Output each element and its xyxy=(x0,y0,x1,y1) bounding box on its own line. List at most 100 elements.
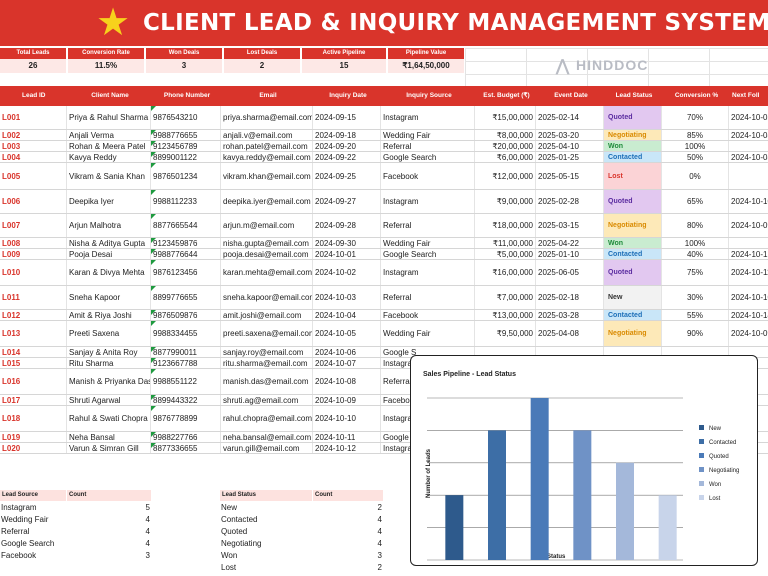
client-name-cell[interactable]: Neha Bansal xyxy=(66,432,150,442)
client-name-cell[interactable]: Shruti Agarwal xyxy=(66,395,150,405)
conversion-pct-cell[interactable]: 55% xyxy=(661,310,728,320)
email-cell[interactable]: sneha.kapoor@email.com xyxy=(220,286,312,309)
source-summary-row-label[interactable]: Instagram xyxy=(1,502,67,514)
inquiry-source-cell[interactable]: Referral xyxy=(380,141,474,151)
event-date-cell[interactable]: 2025-04-22 xyxy=(535,238,603,248)
source-summary-row-label[interactable]: Wedding Fair xyxy=(1,514,67,526)
lead-id-cell[interactable]: L003 xyxy=(0,141,66,151)
event-date-cell[interactable]: 2025-01-25 xyxy=(535,152,603,162)
inquiry-date-cell[interactable]: 2024-09-22 xyxy=(312,152,380,162)
inquiry-source-cell[interactable]: Wedding Fair xyxy=(380,130,474,140)
status-summary-row-label[interactable]: Contacted xyxy=(221,514,313,526)
next-followup-cell[interactable]: 2024-10-09 xyxy=(728,214,768,237)
conversion-pct-cell[interactable]: 40% xyxy=(661,249,728,259)
conversion-pct-cell[interactable]: 0% xyxy=(661,163,728,189)
client-name-cell[interactable]: Rahul & Swati Chopra xyxy=(66,406,150,431)
next-followup-cell[interactable]: 2024-10-08 xyxy=(728,152,768,162)
column-header[interactable]: Next Foll xyxy=(728,86,768,106)
lead-status-cell[interactable]: Negotiating xyxy=(603,321,661,346)
table-row[interactable]: L010 Karan & Divya Mehta 9876123456 karan.m… xyxy=(0,260,768,286)
client-name-cell[interactable]: Vikram & Sania Khan xyxy=(66,163,150,189)
email-cell[interactable]: arjun.m@email.com xyxy=(220,214,312,237)
column-header[interactable]: Email xyxy=(220,86,312,106)
conversion-pct-cell[interactable]: 30% xyxy=(661,286,728,309)
event-date-cell[interactable]: 2025-02-18 xyxy=(535,286,603,309)
lead-status-cell[interactable]: Quoted xyxy=(603,260,661,285)
conversion-pct-cell[interactable]: 90% xyxy=(661,321,728,346)
client-name-cell[interactable]: Deepika Iyer xyxy=(66,190,150,213)
conversion-pct-cell[interactable]: 50% xyxy=(661,152,728,162)
phone-number-cell[interactable]: 9988227766 xyxy=(150,432,220,442)
lead-status-cell[interactable]: Quoted xyxy=(603,190,661,213)
column-header[interactable]: Lead Status xyxy=(603,86,661,106)
inquiry-date-cell[interactable]: 2024-10-12 xyxy=(312,443,380,453)
event-date-cell[interactable]: 2025-04-08 xyxy=(535,321,603,346)
client-name-cell[interactable]: Kavya Reddy xyxy=(66,152,150,162)
conversion-pct-cell[interactable]: 65% xyxy=(661,190,728,213)
status-summary-row-label[interactable]: Quoted xyxy=(221,526,313,538)
inquiry-source-cell[interactable]: Facebook xyxy=(380,163,474,189)
email-cell[interactable]: anjali.v@email.com xyxy=(220,130,312,140)
conversion-pct-cell[interactable]: 100% xyxy=(661,238,728,248)
phone-number-cell[interactable]: 9876123456 xyxy=(150,260,220,285)
table-row[interactable]: L003 Rohan & Meera Patel 9123456789 rohan.p… xyxy=(0,141,768,152)
table-row[interactable]: L011 Sneha Kapoor 8899776655 sneha.kapoor@e… xyxy=(0,286,768,310)
conversion-pct-cell[interactable]: 70% xyxy=(661,106,728,129)
lead-id-cell[interactable]: L014 xyxy=(0,347,66,357)
phone-number-cell[interactable]: 9123456789 xyxy=(150,141,220,151)
est-budget-cell[interactable]: ₹9,50,000 xyxy=(474,321,535,346)
table-row[interactable]: L012 Amit & Riya Joshi 9876509876 amit.josh… xyxy=(0,310,768,321)
lead-status-cell[interactable]: Negotiating xyxy=(603,130,661,140)
est-budget-cell[interactable]: ₹20,00,000 xyxy=(474,141,535,151)
email-cell[interactable]: pooja.desai@email.com xyxy=(220,249,312,259)
lead-id-cell[interactable]: L001 xyxy=(0,106,66,129)
client-name-cell[interactable]: Nisha & Aditya Gupta xyxy=(66,238,150,248)
est-budget-cell[interactable]: ₹12,00,000 xyxy=(474,163,535,189)
source-summary-row-count[interactable]: 5 xyxy=(66,502,150,514)
client-name-cell[interactable]: Varun & Simran Gill xyxy=(66,443,150,453)
event-date-cell[interactable]: 2025-02-28 xyxy=(535,190,603,213)
event-date-cell[interactable]: 2025-01-10 xyxy=(535,249,603,259)
email-cell[interactable]: preeti.saxena@email.com xyxy=(220,321,312,346)
source-summary-row-count[interactable]: 3 xyxy=(66,550,150,562)
client-name-cell[interactable]: Amit & Riya Joshi xyxy=(66,310,150,320)
lead-id-cell[interactable]: L016 xyxy=(0,369,66,394)
lead-id-cell[interactable]: L013 xyxy=(0,321,66,346)
est-budget-cell[interactable]: ₹6,00,000 xyxy=(474,152,535,162)
lead-status-cell[interactable]: New xyxy=(603,286,661,309)
status-summary-row-label[interactable]: Negotiating xyxy=(221,538,313,550)
phone-number-cell[interactable]: 8877665544 xyxy=(150,214,220,237)
column-header[interactable]: Conversion % xyxy=(661,86,728,106)
column-header[interactable]: Inquiry Date xyxy=(312,86,380,106)
phone-number-cell[interactable]: 9876501234 xyxy=(150,163,220,189)
status-summary-row-count[interactable]: 4 xyxy=(312,514,382,526)
inquiry-source-cell[interactable]: Instagram xyxy=(380,260,474,285)
phone-number-cell[interactable]: 8899776655 xyxy=(150,286,220,309)
inquiry-date-cell[interactable]: 2024-10-10 xyxy=(312,406,380,431)
phone-number-cell[interactable]: 9988551122 xyxy=(150,369,220,394)
event-date-cell[interactable]: 2025-06-05 xyxy=(535,260,603,285)
email-cell[interactable]: deepika.iyer@email.com xyxy=(220,190,312,213)
inquiry-date-cell[interactable]: 2024-09-25 xyxy=(312,163,380,189)
next-followup-cell[interactable]: 2024-10-08 xyxy=(728,130,768,140)
est-budget-cell[interactable]: ₹8,00,000 xyxy=(474,130,535,140)
phone-number-cell[interactable]: 8877990011 xyxy=(150,347,220,357)
lead-status-cell[interactable]: Contacted xyxy=(603,310,661,320)
inquiry-date-cell[interactable]: 2024-09-27 xyxy=(312,190,380,213)
source-summary-row-label[interactable]: Referral xyxy=(1,526,67,538)
next-followup-cell[interactable] xyxy=(728,238,768,248)
conversion-pct-cell[interactable]: 85% xyxy=(661,130,728,140)
next-followup-cell[interactable]: 2024-10-11 xyxy=(728,260,768,285)
client-name-cell[interactable]: Preeti Saxena xyxy=(66,321,150,346)
inquiry-source-cell[interactable]: Wedding Fair xyxy=(380,238,474,248)
email-cell[interactable]: rahul.chopra@email.com xyxy=(220,406,312,431)
client-name-cell[interactable]: Sanjay & Anita Roy xyxy=(66,347,150,357)
est-budget-cell[interactable]: ₹5,00,000 xyxy=(474,249,535,259)
email-cell[interactable]: rohan.patel@email.com xyxy=(220,141,312,151)
column-header[interactable]: Client Name xyxy=(66,86,150,106)
lead-id-cell[interactable]: L020 xyxy=(0,443,66,453)
email-cell[interactable]: priya.sharma@email.com xyxy=(220,106,312,129)
inquiry-date-cell[interactable]: 2024-09-18 xyxy=(312,130,380,140)
est-budget-cell[interactable]: ₹15,00,000 xyxy=(474,106,535,129)
lead-status-cell[interactable]: Contacted xyxy=(603,249,661,259)
